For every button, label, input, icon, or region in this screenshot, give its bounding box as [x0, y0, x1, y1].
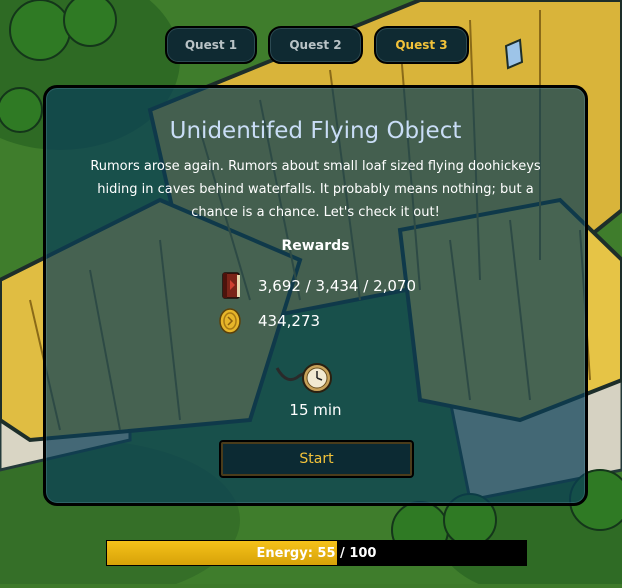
tab-quest-1[interactable]: Quest 1: [165, 26, 257, 64]
pocket-watch-icon: [273, 358, 337, 398]
tab-label: Quest 1: [184, 38, 238, 52]
rewards-heading: Rewards: [281, 238, 350, 254]
tab-label: Quest 2: [289, 38, 342, 52]
energy-text: Energy: 55 / 100: [107, 541, 526, 565]
tab-quest-3[interactable]: Quest 3: [374, 26, 469, 64]
reward-value: 434,273: [258, 312, 321, 330]
reward-item-experience: 3,692 / 3,434 / 2,070: [218, 271, 416, 301]
tab-label: Quest 3: [395, 38, 448, 52]
energy-label: Energy: 55: [256, 545, 336, 561]
quest-description: Rumors arose again. Rumors about small l…: [90, 159, 541, 220]
quest-duration: 15 min: [289, 401, 342, 419]
tab-quest-2[interactable]: Quest 2: [268, 26, 363, 64]
energy-max: / 100: [335, 545, 377, 561]
energy-bar: Energy: 55 / 100: [106, 540, 527, 566]
start-button[interactable]: Start: [219, 440, 414, 478]
quest-panel: Unidentifed Flying Object Rumors arose a…: [43, 85, 588, 506]
book-icon: [218, 271, 244, 301]
quest-title: Unidentifed Flying Object: [169, 118, 462, 144]
reward-item-gold: 434,273: [218, 306, 320, 336]
start-button-label: Start: [299, 451, 334, 467]
coin-icon: [218, 306, 244, 336]
reward-value: 3,692 / 3,434 / 2,070: [258, 277, 417, 295]
